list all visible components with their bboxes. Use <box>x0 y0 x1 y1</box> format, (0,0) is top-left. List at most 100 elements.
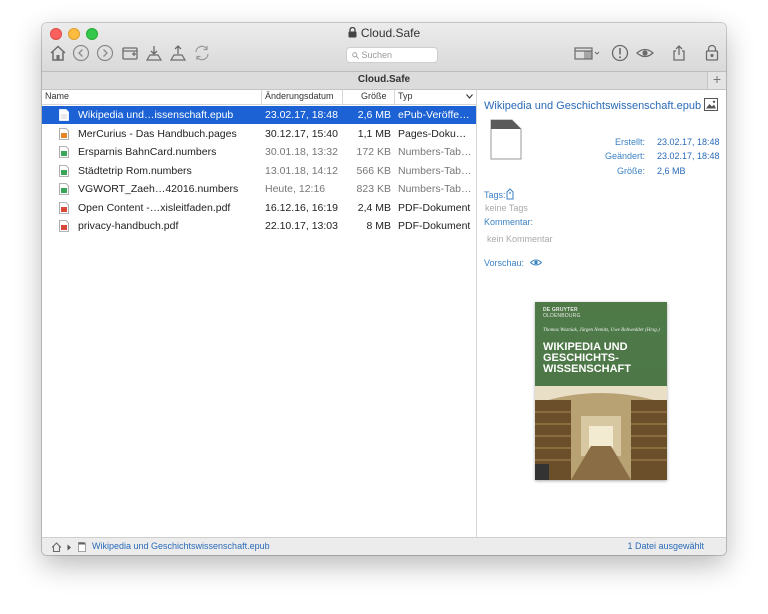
file-type: Numbers-Tab… <box>398 164 472 177</box>
titlebar: Cloud.Safe Suchen <box>42 23 726 72</box>
search-placeholder: Suchen <box>361 50 393 60</box>
pages-file-icon <box>59 127 69 140</box>
file-size: 2,6 MB <box>357 109 391 121</box>
file-type: ePub-Veröffe… <box>398 109 470 121</box>
status-path-file[interactable]: Wikipedia und Geschichtswissenschaft.epu… <box>92 538 270 555</box>
file-row[interactable]: Ersparnis BahnCard.numbers 30.01.18, 13:3… <box>42 143 476 161</box>
file-size: 8 MB <box>366 220 391 232</box>
file-row[interactable]: privacy-handbuch.pdf 22.10.17, 13:03 8 MB P… <box>42 217 476 235</box>
file-name: privacy-handbuch.pdf <box>78 220 179 232</box>
library-photo <box>535 386 667 480</box>
info-pane: Wikipedia und Geschichtswissenschaft.epu… <box>477 90 726 537</box>
created-label: Erstellt: <box>614 137 645 147</box>
window-title-text: Cloud.Safe <box>360 26 421 40</box>
cover-publisher-sub: OLDENBOURG <box>543 313 581 319</box>
file-type: PDF-Dokument <box>398 220 471 232</box>
info-icon[interactable] <box>610 43 630 63</box>
numbers-file-icon <box>59 183 69 195</box>
file-type: Numbers-Tab… <box>398 183 472 195</box>
safe-icon[interactable] <box>702 43 722 63</box>
file-name: Ersparnis BahnCard.numbers <box>78 146 217 158</box>
numbers-file-icon <box>59 146 69 158</box>
file-size: 823 KB <box>356 183 391 195</box>
epub-file-icon <box>59 109 69 121</box>
column-date[interactable]: Änderungsdatum <box>265 91 334 101</box>
forward-icon[interactable] <box>95 43 115 63</box>
upload-icon[interactable] <box>168 43 188 63</box>
file-date: 16.12.16, 16:19 <box>265 201 338 214</box>
file-name: Städtetrip Rom.numbers <box>78 164 192 177</box>
column-divider[interactable] <box>394 90 395 104</box>
file-size: 172 KB <box>356 146 391 158</box>
image-preview-icon[interactable] <box>704 98 718 111</box>
comment-value[interactable]: kein Kommentar <box>487 234 553 244</box>
new-window-icon[interactable] <box>120 43 140 63</box>
file-row[interactable]: MerCurius - Das Handbuch.pages 30.12.17, … <box>42 125 476 143</box>
chevron-right-icon <box>67 544 71 551</box>
app-window: Cloud.Safe Suchen Cloud.Safe + Name Ände… <box>42 23 726 555</box>
file-size: 1,1 MB <box>357 127 391 140</box>
tags-value[interactable]: keine Tags <box>485 203 528 213</box>
view-options-icon[interactable] <box>572 43 602 63</box>
eye-icon[interactable] <box>530 258 542 267</box>
column-name[interactable]: Name <box>45 91 69 101</box>
column-header: Name Änderungsdatum Größe Typ <box>42 90 476 105</box>
column-divider[interactable] <box>342 90 343 104</box>
file-size: 566 KB <box>356 164 391 177</box>
file-type: Numbers-Tab… <box>398 146 472 158</box>
modified-label: Geändert: <box>604 151 645 161</box>
download-icon[interactable] <box>144 43 164 63</box>
file-row[interactable]: VGWORT_Zaeh…42016.numbers Heute, 12:16 823… <box>42 180 476 198</box>
file-date: 13.01.18, 14:12 <box>265 164 338 177</box>
comment-label: Kommentar: <box>484 217 534 227</box>
chevron-down-icon[interactable] <box>466 94 473 99</box>
back-icon[interactable] <box>71 43 91 63</box>
share-icon[interactable] <box>669 43 689 63</box>
tab-cloud-safe[interactable]: Cloud.Safe <box>358 74 410 85</box>
column-divider[interactable] <box>261 90 262 104</box>
preview-label: Vorschau: <box>484 258 525 268</box>
pdf-file-icon <box>59 220 69 232</box>
file-type: PDF-Dokument <box>398 201 471 214</box>
file-date: 30.01.18, 13:32 <box>265 146 338 158</box>
home-icon[interactable] <box>48 43 68 63</box>
pdf-file-icon <box>59 201 69 214</box>
size-value: 2,6 MB <box>657 166 686 176</box>
file-list: Name Änderungsdatum Größe Typ Wikipedia … <box>42 90 476 537</box>
file-name: Open Content -…xisleitfaden.pdf <box>78 201 231 214</box>
column-size[interactable]: Größe <box>361 91 387 101</box>
tab-bar: Cloud.Safe + <box>42 72 726 90</box>
numbers-file-icon <box>59 164 69 177</box>
window-title: Cloud.Safe <box>42 26 726 40</box>
size-label: Größe: <box>616 166 645 176</box>
sync-icon[interactable] <box>192 43 212 63</box>
file-row[interactable]: Wikipedia und…issenschaft.epub 23.02.17, … <box>42 106 476 124</box>
document-icon <box>78 542 86 552</box>
file-type: Pages-Doku… <box>398 127 467 140</box>
info-file-title: Wikipedia und Geschichtswissenschaft.epu… <box>484 100 702 112</box>
file-row[interactable]: Open Content -…xisleitfaden.pdf 16.12.16,… <box>42 199 476 217</box>
selection-count: 1 Datei ausgewählt <box>627 541 704 551</box>
quicklook-icon[interactable] <box>635 43 655 63</box>
file-name: VGWORT_Zaeh…42016.numbers <box>78 183 239 195</box>
cover-authors: Thomas Wozniak, Jürgen Nemitz, Uwe Rohwe… <box>543 328 660 333</box>
file-date: 23.02.17, 18:48 <box>265 109 338 121</box>
modified-value: 23.02.17, 18:48 <box>657 151 720 161</box>
tags-label: Tags: <box>484 190 506 200</box>
search-icon <box>352 52 359 59</box>
file-row[interactable]: Städtetrip Rom.numbers 13.01.18, 14:12 566… <box>42 162 476 180</box>
column-type[interactable]: Typ <box>398 91 413 101</box>
status-bar: Wikipedia und Geschichtswissenschaft.epu… <box>42 537 726 555</box>
tag-icon[interactable] <box>506 188 514 200</box>
file-name: MerCurius - Das Handbuch.pages <box>78 127 237 140</box>
file-size: 2,4 MB <box>357 201 391 214</box>
search-input[interactable]: Suchen <box>346 47 438 63</box>
add-tab-button[interactable]: + <box>707 72 726 89</box>
file-date: 22.10.17, 13:03 <box>265 220 338 232</box>
book-cover-preview: DE GRUYTER OLDENBOURG Thomas Wozniak, Jü… <box>535 302 667 480</box>
home-icon[interactable] <box>51 542 62 552</box>
created-value: 23.02.17, 18:48 <box>657 137 720 147</box>
file-name: Wikipedia und…issenschaft.epub <box>78 109 234 121</box>
file-date: Heute, 12:16 <box>265 183 326 195</box>
lock-icon <box>348 27 357 38</box>
